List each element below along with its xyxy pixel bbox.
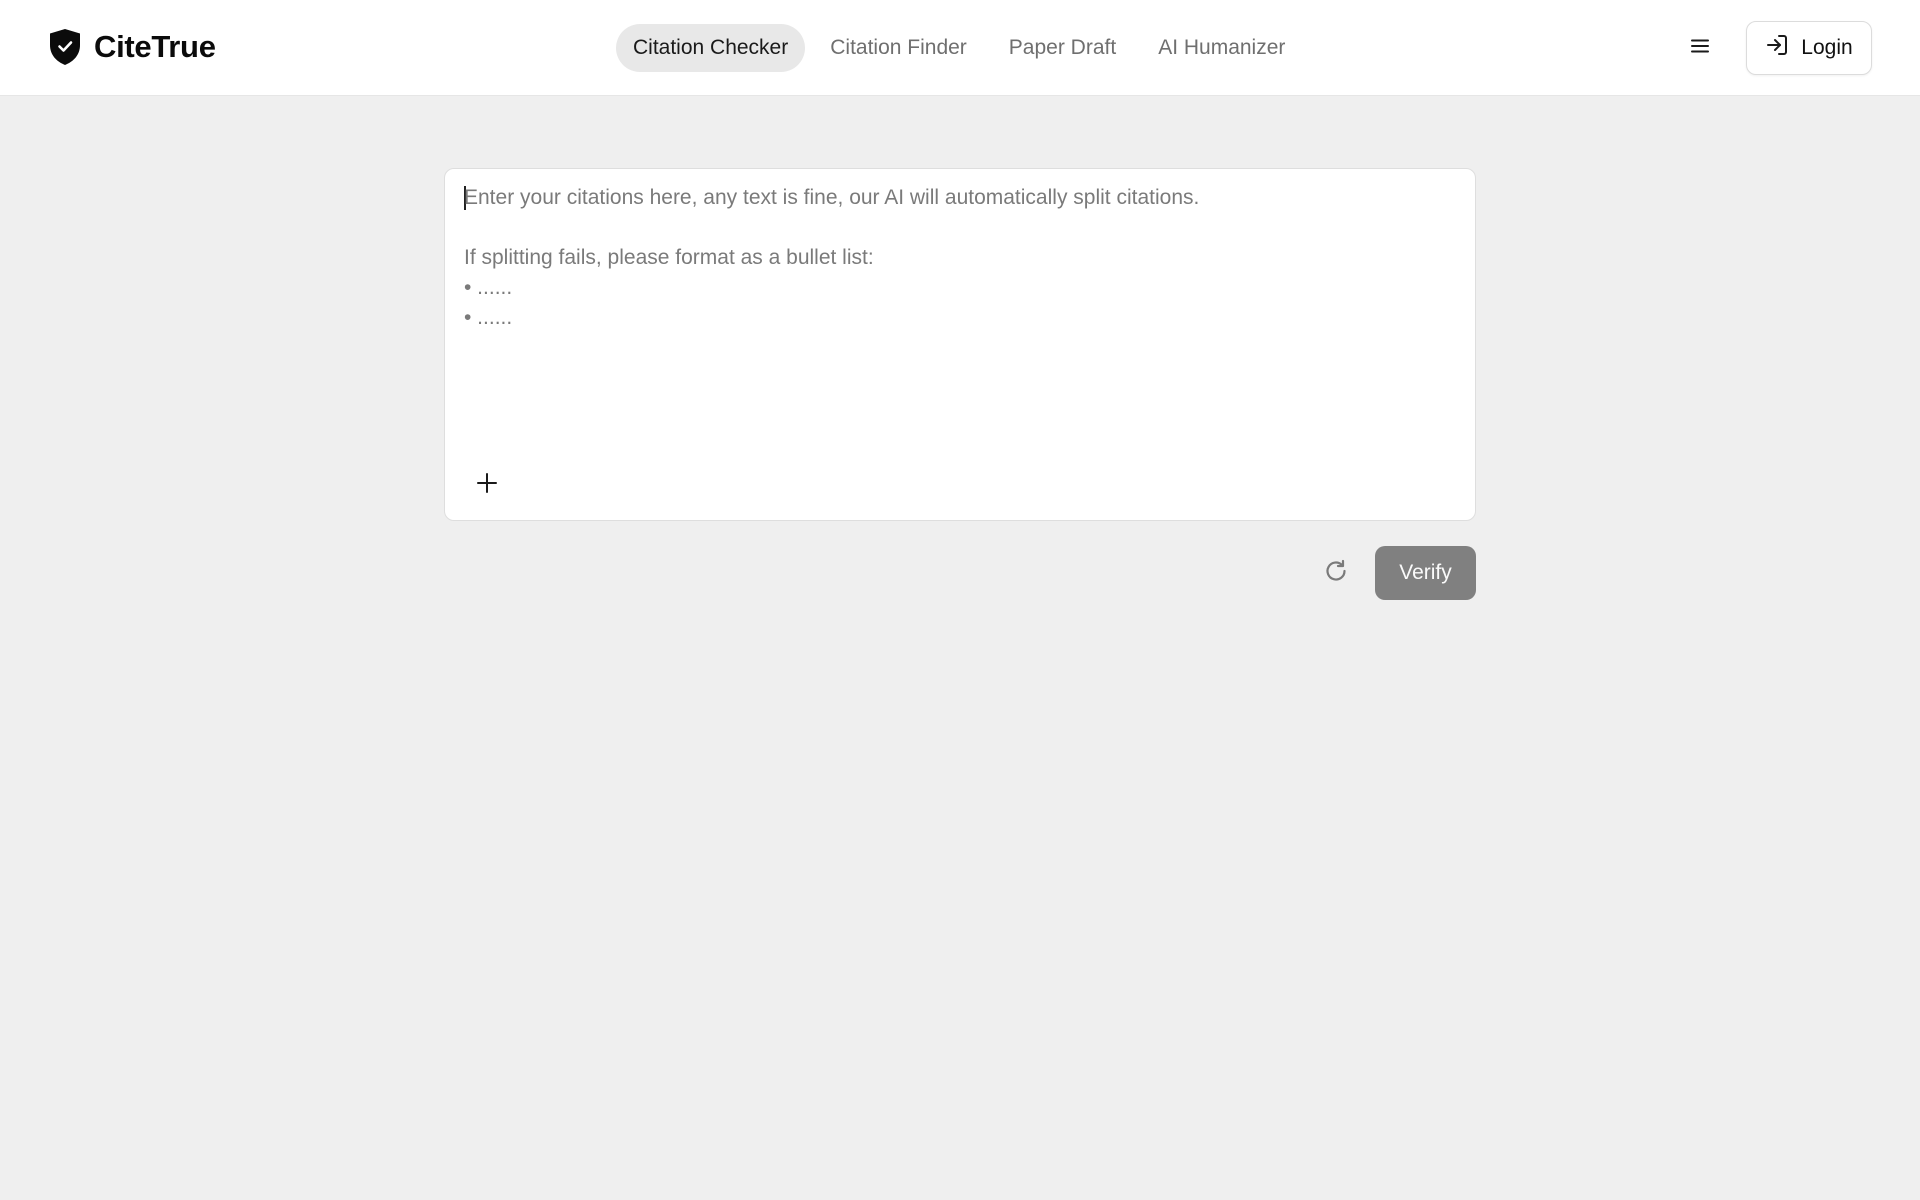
shield-check-icon [48, 28, 82, 66]
placeholder-line: • ...... [464, 276, 513, 299]
verify-button[interactable]: Verify [1375, 546, 1476, 600]
login-button[interactable]: Login [1746, 21, 1872, 75]
tab-paper-draft[interactable]: Paper Draft [992, 24, 1133, 72]
brand-name: CiteTrue [94, 29, 216, 64]
placeholder-line: • ...... [464, 306, 513, 329]
tab-citation-finder[interactable]: Citation Finder [813, 24, 984, 72]
login-arrow-icon [1765, 33, 1789, 63]
tab-citation-checker[interactable]: Citation Checker [616, 24, 806, 72]
citation-input-placeholder: Enter your citations here, any text is f… [464, 183, 1455, 333]
placeholder-line: Enter your citations here, any text is f… [464, 186, 1200, 209]
citation-input[interactable]: Enter your citations here, any text is f… [444, 168, 1476, 521]
plus-icon [476, 472, 498, 499]
reset-button[interactable] [1318, 555, 1354, 591]
login-label: Login [1801, 36, 1853, 59]
add-attachment-button[interactable] [469, 467, 505, 503]
tab-ai-humanizer[interactable]: AI Humanizer [1141, 24, 1302, 72]
hamburger-menu-icon [1688, 34, 1712, 63]
placeholder-line [464, 213, 1455, 243]
top-header: CiteTrue Citation Checker Citation Finde… [0, 0, 1920, 96]
refresh-icon [1323, 558, 1349, 589]
main-nav: Citation Checker Citation Finder Paper D… [616, 24, 1310, 72]
brand[interactable]: CiteTrue [48, 27, 216, 67]
menu-button[interactable] [1680, 28, 1720, 68]
placeholder-line: If splitting fails, please format as a b… [464, 246, 874, 269]
